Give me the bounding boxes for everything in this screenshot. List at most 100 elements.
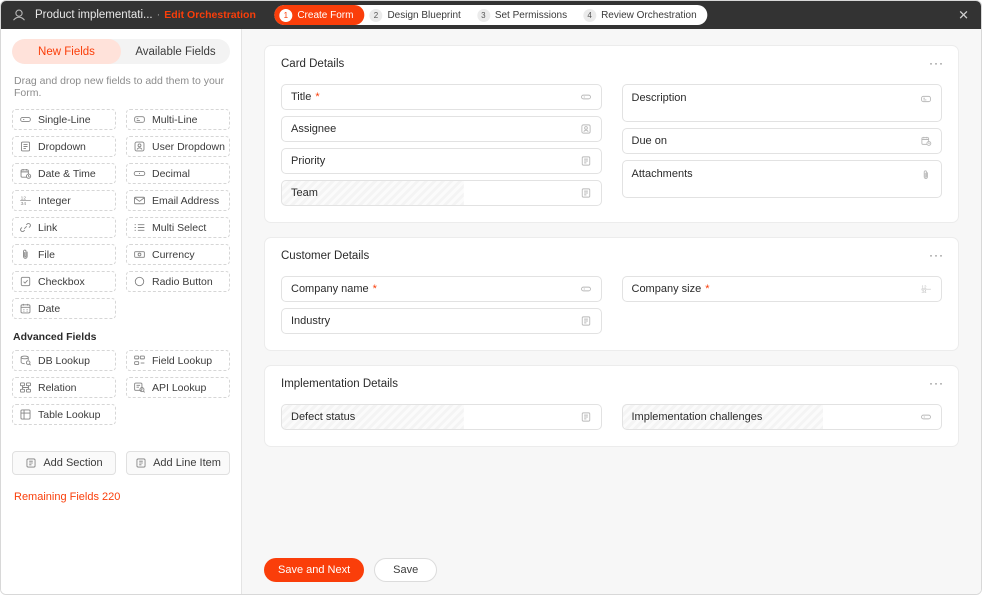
- field-chip-label: Relation: [38, 381, 77, 394]
- field-chip-file[interactable]: File: [12, 244, 116, 265]
- field-chip-user-dropdown[interactable]: User Dropdown: [126, 136, 230, 157]
- tab-new-fields[interactable]: New Fields: [12, 39, 121, 64]
- form-field-team[interactable]: Team: [281, 180, 602, 206]
- add-section-button[interactable]: Add Section: [12, 451, 116, 475]
- field-chip-label: User Dropdown: [152, 140, 225, 153]
- step-review-orchestration[interactable]: 4 Review Orchestration: [578, 5, 708, 25]
- field-chip-date-time[interactable]: Date & Time: [12, 163, 116, 184]
- field-chip-currency[interactable]: Currency: [126, 244, 230, 265]
- field-chip-label: DB Lookup: [38, 354, 90, 367]
- add-line-item-label: Add Line Item: [153, 457, 221, 469]
- section-card-details: Card Details ··· Title * Assignee Priori…: [264, 45, 959, 223]
- radio-button-icon: [134, 276, 145, 287]
- field-chip-db-lookup[interactable]: DB Lookup: [12, 350, 116, 371]
- field-chip-date[interactable]: Date: [12, 298, 116, 319]
- date-icon: [20, 303, 31, 314]
- add-section-icon: [26, 458, 36, 468]
- section-menu-icon[interactable]: ···: [929, 377, 944, 389]
- wizard-stepper: 1 Create Form 2 Design Blueprint 3 Set P…: [274, 5, 708, 25]
- single-line-icon: [20, 117, 31, 122]
- step-design-blueprint[interactable]: 2 Design Blueprint: [364, 5, 471, 25]
- form-field-implementation-challenges[interactable]: Implementation challenges: [621, 404, 942, 430]
- user-dropdown-icon: [134, 141, 145, 152]
- dropdown-icon: [581, 316, 590, 326]
- form-field-attachments[interactable]: Attachments: [621, 160, 942, 198]
- field-label: Priority: [291, 155, 326, 167]
- form-field-title[interactable]: Title *: [281, 84, 602, 110]
- field-chip-relation[interactable]: Relation: [12, 377, 116, 398]
- app-logo-icon: [13, 9, 25, 21]
- field-label: Description: [631, 92, 687, 104]
- form-field-assignee[interactable]: Assignee: [281, 116, 602, 142]
- field-chip-integer[interactable]: 12 34 Integer: [12, 190, 116, 211]
- app-window: Product implementati... · Edit Orchestra…: [0, 0, 982, 595]
- field-label: Due on: [631, 135, 667, 147]
- drag-drop-hint: Drag and drop new fields to add them to …: [14, 75, 225, 99]
- single-line-icon: [921, 414, 931, 420]
- save-button[interactable]: Save: [374, 558, 438, 582]
- window-title: Product implementati...: [35, 9, 153, 21]
- field-chip-api-lookup[interactable]: API Lookup: [126, 377, 230, 398]
- add-line-item-icon: [136, 458, 146, 468]
- form-field-company-size[interactable]: Company size * 12 34: [621, 276, 942, 302]
- field-chip-single-line[interactable]: Single-Line: [12, 109, 116, 130]
- form-field-company-name[interactable]: Company name *: [281, 276, 602, 302]
- section-left-column: Company name * Industry: [281, 276, 602, 334]
- add-section-label: Add Section: [43, 457, 103, 469]
- file-icon: [23, 249, 28, 259]
- form-field-defect-status[interactable]: Defect status: [281, 404, 602, 430]
- required-marker: *: [372, 283, 377, 295]
- field-label: Assignee: [291, 123, 337, 135]
- field-chip-label: Dropdown: [38, 140, 86, 153]
- section-menu-icon[interactable]: ···: [929, 57, 944, 69]
- form-field-priority[interactable]: Priority: [281, 148, 602, 174]
- field-chip-checkbox[interactable]: Checkbox: [12, 271, 116, 292]
- edit-orchestration-link[interactable]: Edit Orchestration: [164, 9, 256, 21]
- step-number: 1: [279, 8, 293, 22]
- field-chip-label: API Lookup: [152, 381, 207, 394]
- window-body: New Fields Available Fields Drag and dro…: [1, 29, 981, 594]
- tab-available-fields[interactable]: Available Fields: [121, 39, 230, 64]
- field-chip-label: Checkbox: [38, 275, 85, 288]
- field-chip-label: Integer: [38, 194, 71, 207]
- step-set-permissions[interactable]: 3 Set Permissions: [472, 5, 578, 25]
- checkbox-icon: [20, 276, 31, 287]
- form-field-due-on[interactable]: Due on: [621, 128, 942, 154]
- section-columns: Defect status Implementation challenges: [281, 404, 942, 430]
- multi-line-icon: [134, 116, 145, 123]
- save-and-next-button[interactable]: Save and Next: [264, 558, 365, 582]
- form-field-description[interactable]: Description: [621, 84, 942, 122]
- link-icon: [20, 223, 31, 232]
- section-menu-icon[interactable]: ···: [929, 249, 944, 261]
- step-number: 3: [476, 8, 490, 22]
- field-chip-table-lookup[interactable]: Table Lookup: [12, 404, 116, 425]
- close-icon[interactable]: ✕: [958, 9, 969, 22]
- field-chip-multi-select[interactable]: Multi Select: [126, 217, 230, 238]
- section-right-column: Implementation challenges: [621, 404, 942, 430]
- step-number: 4: [583, 8, 597, 22]
- field-chip-decimal[interactable]: Decimal: [126, 163, 230, 184]
- form-field-industry[interactable]: Industry: [281, 308, 602, 334]
- add-line-item-button[interactable]: Add Line Item: [126, 451, 230, 475]
- field-chip-email-address[interactable]: Email Address: [126, 190, 230, 211]
- step-label: Create Form: [297, 9, 354, 21]
- integer-icon: 12 34: [921, 284, 931, 294]
- step-create-form[interactable]: 1 Create Form: [274, 5, 365, 25]
- fields-sidebar: New Fields Available Fields Drag and dro…: [1, 29, 242, 594]
- remaining-fields-counter: Remaining Fields 220: [14, 491, 121, 503]
- field-chip-field-lookup[interactable]: Field Lookup: [126, 350, 230, 371]
- field-chip-label: Table Lookup: [38, 408, 101, 421]
- section-title: Card Details: [281, 58, 345, 70]
- field-chip-label: Radio Button: [152, 275, 213, 288]
- file-icon: [923, 170, 928, 179]
- field-chip-radio-button[interactable]: Radio Button: [126, 271, 230, 292]
- db-lookup-icon: [20, 355, 31, 366]
- field-chip-link[interactable]: Link: [12, 217, 116, 238]
- field-chip-multi-line[interactable]: Multi-Line: [126, 109, 230, 130]
- section-title: Customer Details: [281, 250, 370, 262]
- integer-icon: 12 34: [20, 196, 31, 207]
- field-chip-label: Email Address: [152, 194, 220, 207]
- sidebar-tabs: New Fields Available Fields: [12, 39, 230, 64]
- decimal-icon: [133, 171, 146, 176]
- field-chip-dropdown[interactable]: Dropdown: [12, 136, 116, 157]
